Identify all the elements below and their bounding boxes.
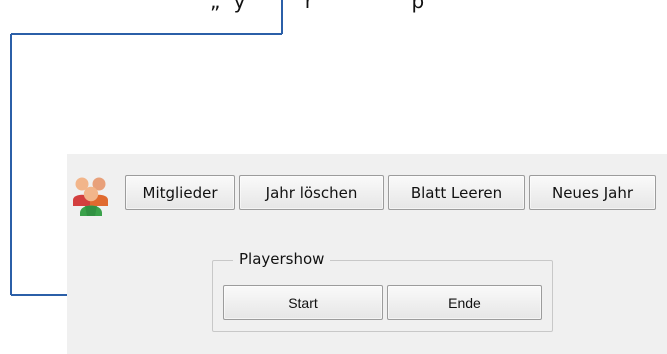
screenshot-canvas: „ y r p Mitglieder Jahr löschen Blatt Le… [0, 0, 667, 354]
neues-jahr-button[interactable]: Neues Jahr [529, 175, 656, 210]
blatt-leeren-button[interactable]: Blatt Leeren [388, 175, 525, 210]
cropped-caption: „ y r p [210, 0, 425, 13]
app-panel: Mitglieder Jahr löschen Blatt Leeren Neu… [67, 154, 667, 354]
start-button[interactable]: Start [223, 285, 383, 320]
people-group-icon [69, 172, 113, 216]
mitglieder-button[interactable]: Mitglieder [125, 175, 235, 210]
jahr-loeschen-button[interactable]: Jahr löschen [239, 175, 384, 210]
ende-button[interactable]: Ende [387, 285, 542, 320]
toolbar: Mitglieder Jahr löschen Blatt Leeren Neu… [67, 172, 667, 216]
playershow-groupbox: Playershow Start Ende [212, 248, 553, 332]
playershow-legend: Playershow [233, 248, 331, 270]
